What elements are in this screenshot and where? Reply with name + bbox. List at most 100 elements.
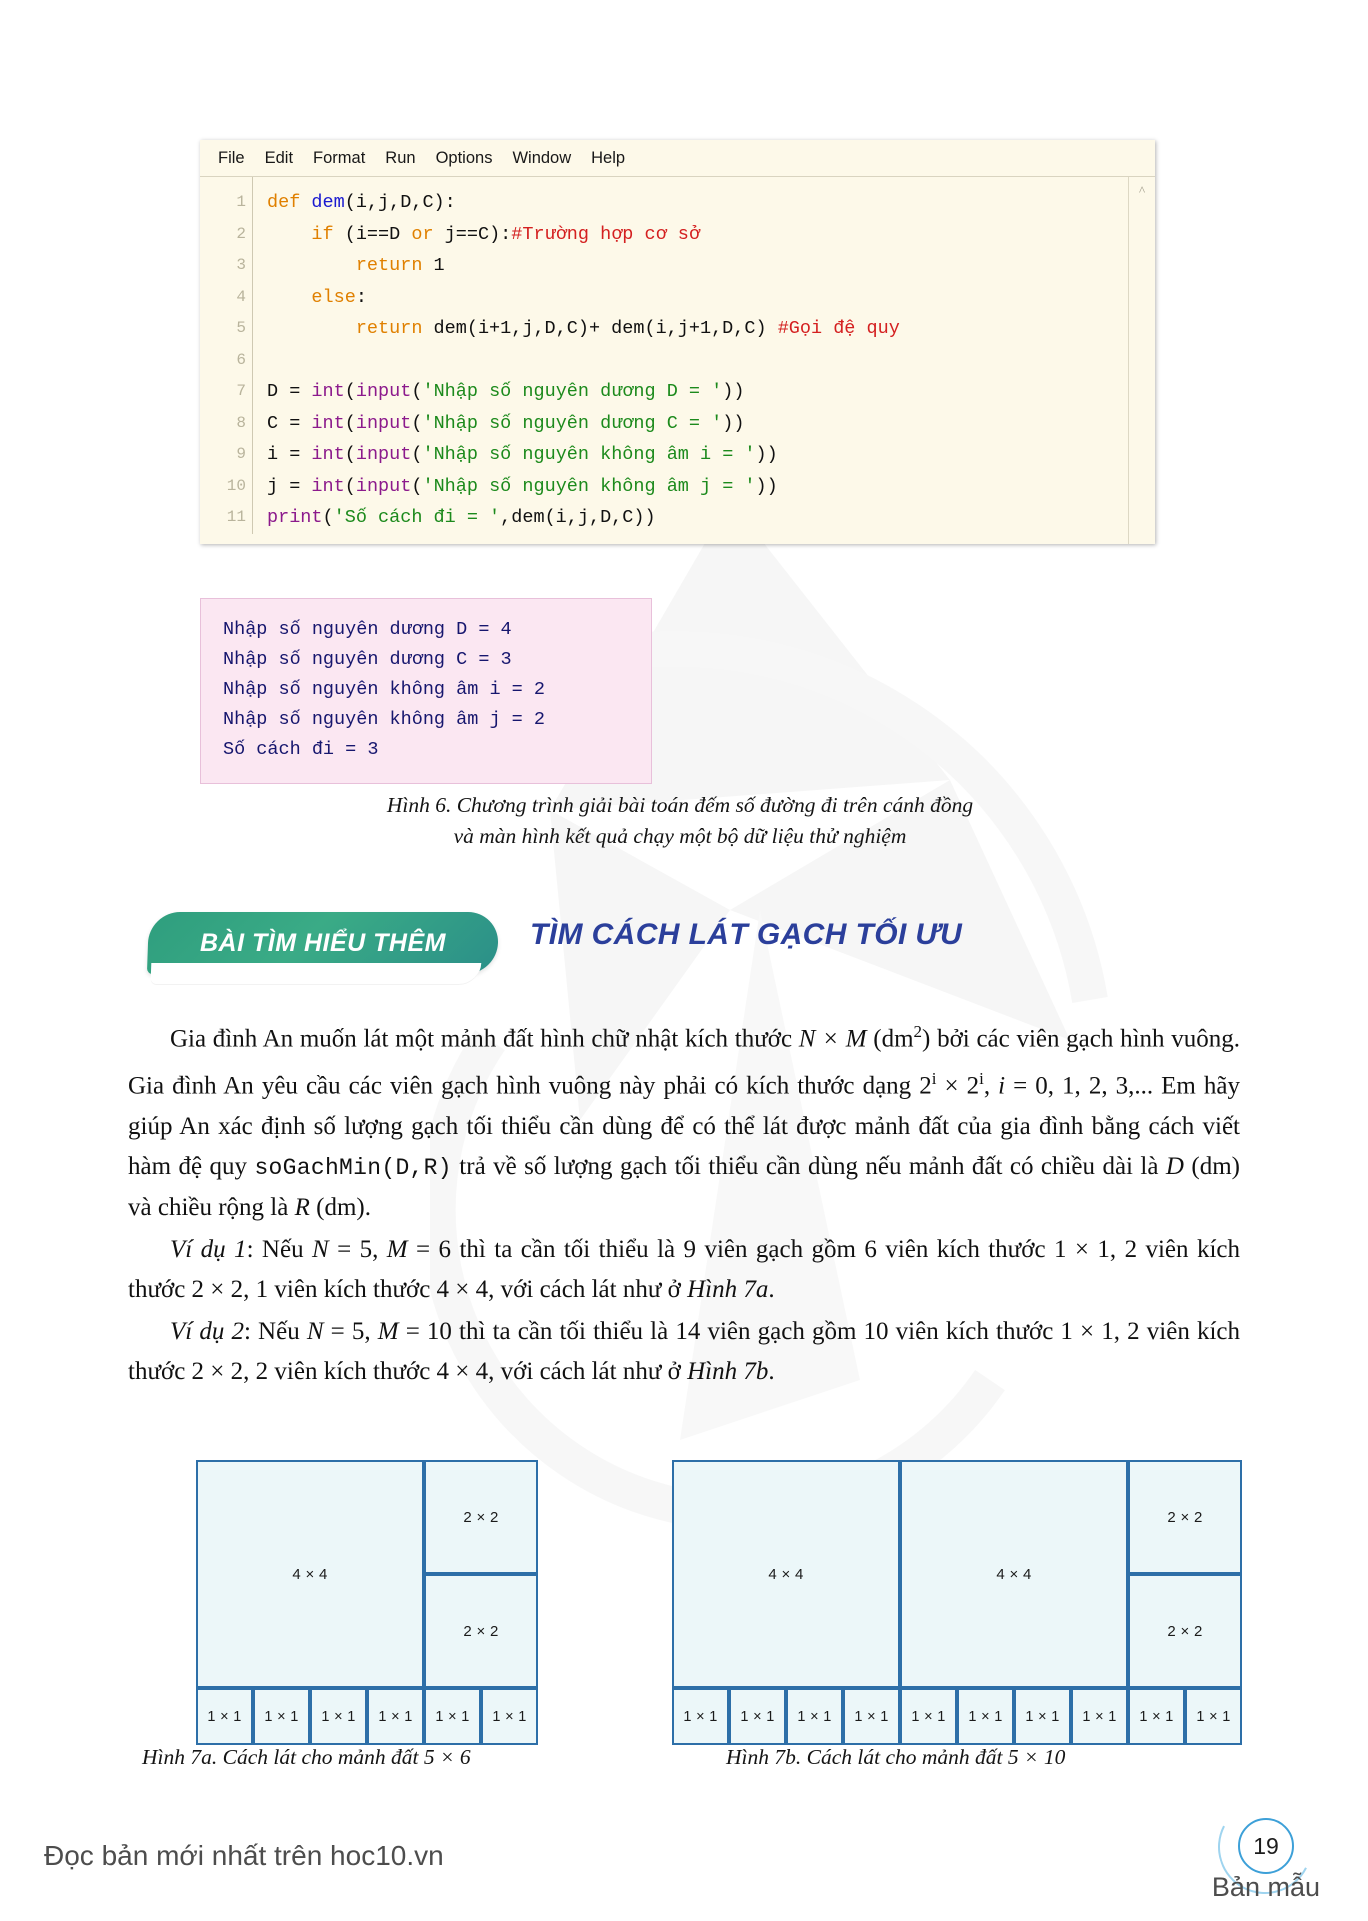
menu-item-run[interactable]: Run	[385, 149, 415, 168]
paragraph-example-2: Ví dụ 2: Nếu N = 5, M = 10 thì ta cần tố…	[128, 1312, 1240, 1392]
code-token: (	[411, 412, 423, 434]
code-line-9: i = int(input('Nhập số nguyên không âm i…	[267, 439, 1155, 471]
editor-scrollbar[interactable]: ^	[1128, 177, 1155, 544]
code-token: D =	[267, 381, 312, 402]
code-token: input	[355, 475, 412, 497]
code-token: int	[311, 381, 345, 402]
tile-1x1: 1 × 1	[196, 1688, 253, 1745]
code-token: ))	[755, 444, 778, 465]
tile-label: 1 × 1	[378, 1708, 413, 1725]
tile-label: 2 × 2	[1167, 1622, 1203, 1640]
tile-1x1: 1 × 1	[310, 1688, 367, 1745]
menu-item-edit[interactable]: Edit	[265, 149, 293, 168]
ex2-part-b: = 5,	[323, 1317, 378, 1345]
tile-2x2: 2 × 2	[424, 1574, 538, 1688]
code-line-11: print('Số cách đi = ',dem(i,j,D,C))	[267, 502, 1155, 534]
code-token: return	[267, 255, 434, 276]
tile-1x1: 1 × 1	[367, 1688, 424, 1745]
code-token: (i==D	[344, 223, 412, 245]
section-title: TÌM CÁCH LÁT GẠCH TỐI ƯU	[530, 918, 963, 951]
menu-item-file[interactable]: File	[218, 149, 245, 168]
code-token: (	[411, 444, 423, 465]
ex2-var-m: M	[377, 1317, 399, 1345]
code-token: (	[344, 444, 356, 465]
ex1-part-a: : Nếu	[246, 1235, 312, 1263]
code-token: #Gọi đệ quy	[777, 318, 900, 339]
figure-6-caption: Hình 6. Chương trình giải bài toán đếm s…	[200, 790, 1160, 852]
menu-item-window[interactable]: Window	[512, 149, 571, 168]
tile-1x1: 1 × 1	[1185, 1688, 1242, 1745]
paragraph-intro: Gia đình An muốn lát một mảnh đất hình c…	[128, 1012, 1240, 1228]
figure-7b-diagram: 4 × 4 4 × 4 2 × 2 2 × 2 1 × 1 1 × 1 1 × 1 1 × 1…	[672, 1460, 1242, 1745]
tile-1x1: 1 × 1	[957, 1688, 1014, 1745]
ex1-var-m: M	[386, 1235, 408, 1263]
p1-part-b: (dm	[866, 1025, 914, 1053]
p1-part-h: (dm).	[309, 1193, 371, 1221]
tile-1x1: 1 × 1	[672, 1688, 729, 1745]
code-token: def	[267, 192, 312, 213]
line-number: 3	[236, 256, 246, 274]
ex2-part-a: : Nếu	[243, 1317, 307, 1345]
output-line-3: Nhập số nguyên không âm i = 2	[223, 679, 545, 700]
tile-1x1: 1 × 1	[1128, 1688, 1185, 1745]
tile-label: 1 × 1	[797, 1708, 832, 1725]
chevron-up-icon[interactable]: ^	[1139, 183, 1145, 199]
p1-times: ×	[936, 1072, 967, 1100]
figure-7a-diagram: 4 × 4 2 × 2 2 × 2 1 × 1 1 × 1 1 × 1 1 × 1 1 × 1…	[196, 1460, 538, 1745]
code-line-5: return dem(i+1,j,D,C)+ dem(i,j+1,D,C) #G…	[267, 313, 1155, 345]
tile-1x1: 1 × 1	[1014, 1688, 1071, 1745]
banner-tag-pill: BÀI TÌM HIỂU THÊM	[146, 912, 500, 974]
code-line-2: if (i==D or j==C):#Trường hợp cơ sở	[267, 219, 1155, 251]
line-number-gutter: 1 2 3 4 5 6 7 8 9 10 11	[200, 177, 253, 534]
ex1-var-n: N	[312, 1235, 329, 1263]
figure-7b-caption: Hình 7b. Cách lát cho mảnh đất 5 × 10	[726, 1745, 1066, 1769]
tile-label: 4 × 4	[996, 1565, 1032, 1583]
menu-item-format[interactable]: Format	[313, 149, 365, 168]
tile-label: 2 × 2	[463, 1508, 499, 1526]
tile-label: 1 × 1	[740, 1708, 775, 1725]
tile-1x1: 1 × 1	[253, 1688, 310, 1745]
tile-2x2: 2 × 2	[1128, 1460, 1242, 1574]
code-token: int	[311, 475, 345, 497]
line-number: 9	[236, 445, 246, 463]
ex1-figure-ref: Hình 7a	[687, 1275, 769, 1303]
line-number: 8	[236, 413, 246, 432]
tile-4x4: 4 × 4	[196, 1460, 424, 1688]
code-token: int	[311, 412, 345, 434]
code-line-3: return 1	[267, 250, 1155, 282]
tile-1x1: 1 × 1	[729, 1688, 786, 1745]
menu-item-help[interactable]: Help	[591, 149, 625, 168]
line-number: 7	[236, 382, 246, 400]
tile-label: 1 × 1	[435, 1708, 470, 1725]
code-token: (	[344, 381, 356, 402]
menu-item-options[interactable]: Options	[436, 149, 493, 168]
line-number: 2	[236, 224, 246, 243]
p1-sup: 2	[913, 1022, 923, 1041]
code-token: print	[267, 507, 323, 528]
ex1-part-b: = 5,	[328, 1235, 387, 1263]
tile-label: 4 × 4	[768, 1565, 804, 1583]
output-line-4: Nhập số nguyên không âm j = 2	[223, 709, 545, 730]
tile-label: 1 × 1	[683, 1708, 718, 1725]
tile-label: 2 × 2	[463, 1622, 499, 1640]
tile-1x1: 1 × 1	[843, 1688, 900, 1745]
output-line-5: Số cách đi = 3	[223, 739, 379, 760]
python-idle-window: File Edit Format Run Options Window Help…	[200, 140, 1155, 544]
tile-1x1: 1 × 1	[786, 1688, 843, 1745]
code-token: ))	[722, 412, 745, 434]
code-token: 'Số cách đi = '	[333, 507, 501, 528]
tile-label: 1 × 1	[911, 1708, 946, 1725]
tile-label: 4 × 4	[292, 1565, 328, 1583]
tile-label: 1 × 1	[968, 1708, 1003, 1725]
code-editor[interactable]: 1 2 3 4 5 6 7 8 9 10 11 def dem(i,j,D,C): if (i==D…	[200, 176, 1155, 544]
source-code[interactable]: def dem(i,j,D,C): if (i==D or j==C):#Trư…	[253, 177, 1155, 534]
idle-menu-bar: File Edit Format Run Options Window Help	[200, 140, 1155, 176]
tile-1x1: 1 × 1	[424, 1688, 481, 1745]
ex2-var-n: N	[306, 1317, 324, 1345]
code-token: C =	[267, 412, 312, 434]
code-token: 'Nhập số nguyên không âm i = '	[422, 444, 756, 465]
line-number: 6	[236, 350, 246, 369]
code-line-8: C = int(input('Nhập số nguyên dương C = …	[267, 408, 1155, 440]
code-token: else	[267, 286, 356, 308]
tile-label: 1 × 1	[1139, 1708, 1174, 1725]
